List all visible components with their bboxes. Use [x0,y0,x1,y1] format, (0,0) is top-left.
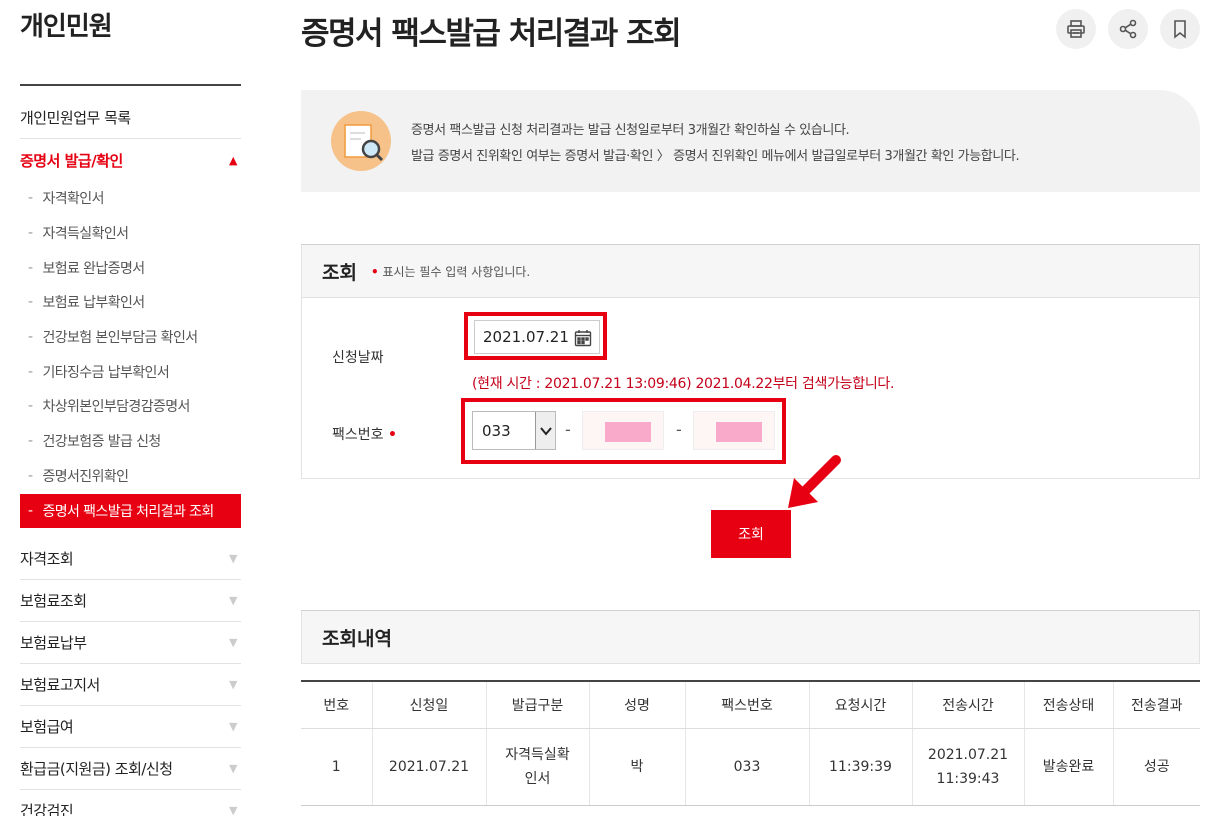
sidebar-menu: 개인민원업무 목록 증명서 발급/확인 ▲ - 자격확인서 - 자격득실확인서 - 보험… [20,97,241,816]
fax-last-input[interactable] [693,411,775,450]
caret-up-icon: ▲ [229,153,237,167]
cell-status: 발송완료 [1023,728,1113,806]
cell-result: 성공 [1112,728,1200,806]
search-button[interactable]: 조회 [711,510,791,558]
cell-fax: 033 [684,728,809,806]
caret-down-icon: ▼ [229,804,237,816]
cell-request-time: 11:39:39 [808,728,912,806]
fax-prefix-select[interactable]: 033 [472,411,556,450]
search-section-header: 조회 • 표시는 필수 입력 사항입니다. [301,244,1200,298]
sidebar-item-section[interactable]: 환급금(지원금) 조회/신청 ▼ [20,748,241,791]
sidebar-item-section[interactable]: 보험급여 ▼ [20,706,241,749]
sidebar-item-section[interactable]: 보험료조회 ▼ [20,580,241,623]
sub-item[interactable]: - 차상위본인부담경감증명서 [20,389,241,424]
search-hint: (현재 시간 : 2021.07.21 13:09:46) 2021.04.22… [472,376,895,392]
column-header: 성명 [588,680,685,729]
column-header: 전송상태 [1023,680,1113,729]
table-header-row: 번호 신청일 발급구분 성명 팩스번호 요청시간 전송시간 전송상태 전송결과 [301,680,1200,729]
cell-date: 2021.07.21 [371,728,486,806]
bookmark-button[interactable] [1160,9,1200,49]
column-header: 신청일 [371,680,486,729]
cell-no: 1 [301,728,372,806]
document-search-icon [331,111,391,171]
sidebar-item-section[interactable]: 건강검진 ▼ [20,790,241,816]
results-table: 번호 신청일 발급구분 성명 팩스번호 요청시간 전송시간 전송상태 전송결과 … [301,680,1200,806]
sidebar-item-certificates[interactable]: 증명서 발급/확인 ▲ [20,139,241,181]
fax-label: 팩스번호 • [332,427,397,443]
info-text: 증명서 팩스발급 신청 처리결과는 발급 신청일로부터 3개월간 확인하실 수 … [411,118,1020,170]
share-button[interactable] [1108,9,1148,49]
chevron-down-icon[interactable] [535,412,555,449]
date-label: 신청날짜 [332,350,384,366]
caret-down-icon: ▼ [229,594,237,608]
results-title: 조회내역 [301,610,1200,664]
sub-item[interactable]: - 보험료 완납증명서 [20,250,241,285]
caret-down-icon: ▼ [229,678,237,692]
header-actions [1056,9,1200,49]
redacted-mask [605,422,651,442]
info-box: 증명서 팩스발급 신청 처리결과는 발급 신청일로부터 3개월간 확인하실 수 … [301,90,1200,192]
info-line: 발급 증명서 진위확인 여부는 증명서 발급·확인 〉 증명서 진위확인 메뉴에… [411,149,1020,164]
cell-type: 자격득실확 인서 [485,728,589,806]
table-row: 1 2021.07.21 자격득실확 인서 박 033 11:39:39 202… [301,728,1200,806]
divider [20,84,241,86]
sidebar-item-section[interactable]: 보험료납부 ▼ [20,622,241,665]
cell-sent-time: 2021.07.21 11:39:43 [911,728,1024,806]
fax-middle-input[interactable] [582,411,664,450]
column-header: 발급구분 [485,680,589,729]
caret-down-icon: ▼ [229,552,237,566]
cell-name: 박 [588,728,685,806]
sub-item-current[interactable]: - 증명서 팩스발급 처리결과 조회 [20,494,241,529]
info-line: 증명서 팩스발급 신청 처리결과는 발급 신청일로부터 3개월간 확인하실 수 … [411,123,850,138]
arrow-annotation-icon [788,455,841,508]
calendar-icon[interactable] [574,329,592,347]
sub-item[interactable]: - 보험료 납부확인서 [20,285,241,320]
sidebar-item-section[interactable]: 자격조회 ▼ [20,538,241,581]
sub-item[interactable]: - 자격득실확인서 [20,216,241,251]
date-input[interactable]: 2021.07.21 [474,320,600,354]
caret-down-icon: ▼ [229,636,237,650]
section-title: 조회 [322,261,357,284]
sub-item[interactable]: - 건강보험증 발급 신청 [20,424,241,459]
caret-down-icon: ▼ [229,762,237,776]
sub-item[interactable]: - 건강보험 본인부담금 확인서 [20,320,241,355]
separator: - [676,420,682,439]
column-header: 전송시간 [911,680,1024,729]
sub-item[interactable]: - 기타징수금 납부확인서 [20,354,241,389]
column-header: 팩스번호 [684,680,809,729]
column-header: 전송결과 [1112,680,1200,729]
sidebar-item-list[interactable]: 개인민원업무 목록 [20,97,241,139]
sub-item[interactable]: - 증명서진위확인 [20,459,241,494]
bookmark-icon [1174,20,1186,39]
column-header: 번호 [301,680,372,729]
print-button[interactable] [1056,9,1096,49]
sidebar-title: 개인민원 [20,12,113,42]
column-header: 요청시간 [808,680,912,729]
redacted-mask [716,422,762,442]
sidebar-submenu: - 자격확인서 - 자격득실확인서 - 보험료 완납증명서 - 보험료 납부확인서 -건… [20,181,241,529]
print-icon [1067,20,1085,38]
page-title: 증명서 팩스발급 처리결과 조회 [301,16,682,52]
sub-item[interactable]: - 자격확인서 [20,181,241,216]
sidebar-item-section[interactable]: 보험료고지서 ▼ [20,664,241,707]
caret-down-icon: ▼ [229,720,237,734]
share-icon [1119,19,1137,39]
separator: - [565,420,571,439]
required-note: • 표시는 필수 입력 사항입니다. [370,264,531,279]
